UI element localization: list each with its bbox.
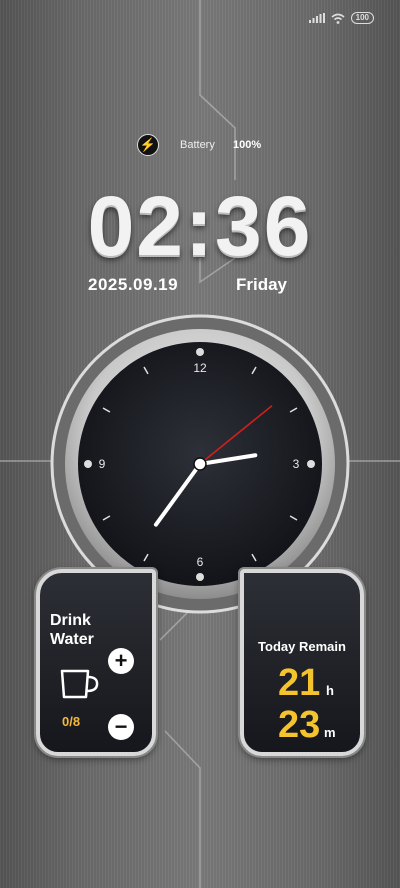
cup-icon [60,669,99,699]
weekday-label: Friday [236,275,288,294]
drink-count: 0/8 [62,714,81,729]
remain-minutes: 23 [278,704,321,746]
drink-title-line1: Drink [50,612,91,629]
date-label: 2025.09.19 [88,275,179,294]
drink-title-line2: Water [50,631,94,648]
drink-water-title: Drink Water [50,611,94,649]
status-bar: 100 [308,12,374,24]
remove-water-button[interactable]: − [108,714,134,740]
add-water-button[interactable]: + [108,648,134,674]
battery-value: 100% [233,139,262,151]
remain-hours: 21 [278,662,321,704]
today-remain-title: Today Remain [258,639,346,654]
remain-hours-unit: h [326,683,334,698]
today-remain-card: Today Remain 21 h 23 m [240,569,364,756]
battery-indicator: 100 [350,12,374,24]
drink-water-card: Drink Water 0/8 + − [36,569,156,756]
wifi-icon [331,13,345,24]
lightning-bolt-icon: ⚡ [137,134,159,156]
signal-bars-icon [308,13,325,23]
remain-minutes-unit: m [324,725,336,740]
battery-label: Battery [180,139,215,151]
digital-time: 02:36 [87,179,313,273]
